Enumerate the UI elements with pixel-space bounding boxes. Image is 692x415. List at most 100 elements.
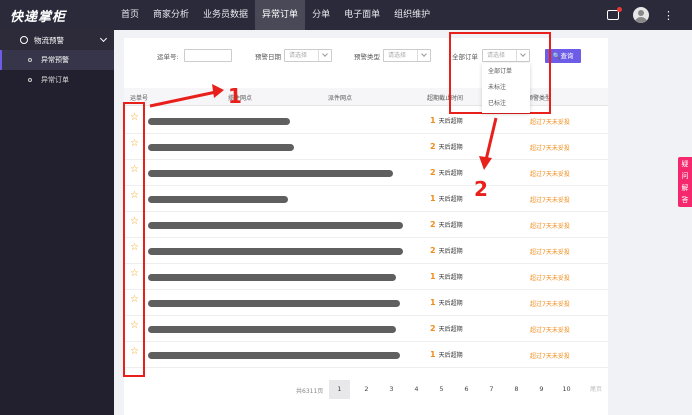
order-label: 全部订单 [452,53,478,61]
sidebar-group-logistics-warning[interactable]: 物流预警 [0,30,114,50]
table-row[interactable]: ☆ 2 天后超期 超过7天未妥投 [124,212,608,238]
sidebar-item-abnormal-warning[interactable]: 异常预警 [0,50,114,70]
nav-courier-data[interactable]: 业务员数据 [196,0,255,30]
order-select[interactable]: 请选择 [482,49,530,62]
chevron-down-icon [520,51,526,57]
waybill-input[interactable] [184,49,232,62]
warning-type: 超过7天未妥投 [530,119,570,126]
star-icon[interactable]: ☆ [130,191,139,201]
table-row[interactable]: ☆ 1 天后超期 超过7天未妥投 [124,290,608,316]
query-button[interactable]: 🔍查询 [545,49,581,63]
overdue-days-number: 2 [430,168,436,177]
star-icon[interactable]: ☆ [130,113,139,123]
overdue-days: 1 天后超期 [430,350,463,359]
overdue-days-suffix: 天后超期 [438,222,463,229]
sidebar-group-label: 物流预警 [34,35,64,45]
table-row[interactable]: ☆ 2 天后超期 超过7天未妥投 [124,238,608,264]
top-bar: 快递掌柜 首页 商家分析 业务员数据 异常订单 分单 电子面单 组织维护 ⋮ [0,0,692,30]
star-icon[interactable]: ☆ [130,269,139,279]
main-nav: 首页 商家分析 业务员数据 异常订单 分单 电子面单 组织维护 [114,0,437,30]
overdue-days: 2 天后超期 [430,246,463,255]
dropdown-option-unmarked[interactable]: 未标注 [482,80,530,96]
table-row[interactable]: ☆ 2 天后超期 超过7天未妥投 [124,134,608,160]
warning-type: 超过7天未妥投 [530,171,570,178]
column-header-pickup-outlet: 揽件网点 [228,95,253,102]
dropdown-option-all[interactable]: 全部订单 [482,64,530,80]
overdue-days-suffix: 天后超期 [438,274,463,281]
star-icon[interactable]: ☆ [130,165,139,175]
redacted-row-data [148,144,294,151]
page-button[interactable]: 2 [356,380,377,399]
table-row[interactable]: ☆ 1 天后超期 超过7天未妥投 [124,264,608,290]
page-button[interactable]: 4 [406,380,427,399]
page-button[interactable]: 1 [329,380,350,399]
sidebar: 物流预警 异常预警 异常订单 [0,30,114,415]
overdue-days-suffix: 天后超期 [438,300,463,307]
star-icon[interactable]: ☆ [130,347,139,357]
last-page-button[interactable]: 尾页 [584,380,608,399]
table-row[interactable]: ☆ 2 天后超期 超过7天未妥投 [124,316,608,342]
page-button[interactable]: 3 [381,380,402,399]
table-row[interactable]: ☆ 1 天后超期 超过7天未妥投 [124,342,608,368]
star-icon[interactable]: ☆ [130,139,139,149]
nav-home[interactable]: 首页 [114,0,146,30]
query-button-label: 查询 [560,52,574,60]
overdue-days-number: 1 [430,194,436,203]
nav-e-waybill[interactable]: 电子面单 [337,0,387,30]
nav-merchant-analysis[interactable]: 商家分析 [146,0,196,30]
star-icon[interactable]: ☆ [130,243,139,253]
page-button[interactable]: 9 [531,380,552,399]
warning-type: 超过7天未妥投 [530,145,570,152]
star-icon[interactable]: ☆ [130,217,139,227]
overdue-days-suffix: 天后超期 [438,196,463,203]
help-tab-char: 疑 [681,160,689,168]
overdue-days-number: 2 [430,246,436,255]
column-header-delivery-outlet: 派件网点 [328,95,353,102]
page-button[interactable]: 6 [456,380,477,399]
table-row[interactable]: ☆ 1 天后超期 超过7天未妥投 [124,108,608,134]
select-separator [417,50,418,61]
table-row[interactable]: ☆ 2 天后超期 超过7天未妥投 [124,160,608,186]
date-select-placeholder: 请选择 [289,52,308,59]
type-select[interactable]: 请选择 [383,49,431,62]
circle-icon [28,58,32,62]
overdue-days-suffix: 天后超期 [438,144,463,151]
page-button[interactable]: 7 [481,380,502,399]
sidebar-item-abnormal-orders[interactable]: 异常订单 [0,70,114,90]
dropdown-option-marked[interactable]: 已标注 [482,96,530,112]
app-logo: 快递掌柜 [10,9,67,25]
warning-type: 超过7天未妥投 [530,275,570,282]
page-button[interactable]: 10 [556,380,577,399]
date-select[interactable]: 请选择 [284,49,332,62]
message-icon[interactable] [607,7,622,20]
filter-bar: 运单号: 预警日期 请选择 预警类型 请选择 全部订单 请选择 🔍查询 [124,38,608,78]
nav-dispatch[interactable]: 分单 [305,0,337,30]
page-button[interactable]: 8 [506,380,527,399]
overdue-days-suffix: 天后超期 [438,118,463,125]
star-icon[interactable]: ☆ [130,295,139,305]
help-float-tab[interactable]: 疑 问 解 答 [678,157,692,207]
help-tab-char: 问 [681,172,689,180]
page-button[interactable]: 5 [431,380,452,399]
redacted-row-data [148,274,396,281]
table-row[interactable]: ☆ 1 天后超期 超过7天未妥投 [124,186,608,212]
redacted-row-data [148,248,403,255]
nav-org-maintenance[interactable]: 组织维护 [387,0,437,30]
overdue-days-suffix: 天后超期 [438,170,463,177]
chevron-down-icon [421,51,427,57]
redacted-row-data [148,300,400,307]
overdue-days: 2 天后超期 [430,168,463,177]
star-icon[interactable]: ☆ [130,321,139,331]
help-tab-char: 解 [681,184,689,192]
avatar[interactable] [633,7,649,23]
warning-type: 超过7天未妥投 [530,327,570,334]
sidebar-item-label: 异常预警 [41,56,69,64]
type-select-placeholder: 请选择 [388,52,407,59]
nav-abnormal-orders[interactable]: 异常订单 [255,0,306,30]
help-tab-char: 答 [681,196,689,204]
more-vertical-icon[interactable]: ⋮ [663,9,674,22]
pagination-total: 共6311页 [296,388,324,395]
waybill-label: 运单号: [157,53,179,61]
type-label: 预警类型 [354,53,380,61]
pagination: 共6311页 1 2 3 4 5 6 7 8 9 10 尾页 [124,378,608,403]
